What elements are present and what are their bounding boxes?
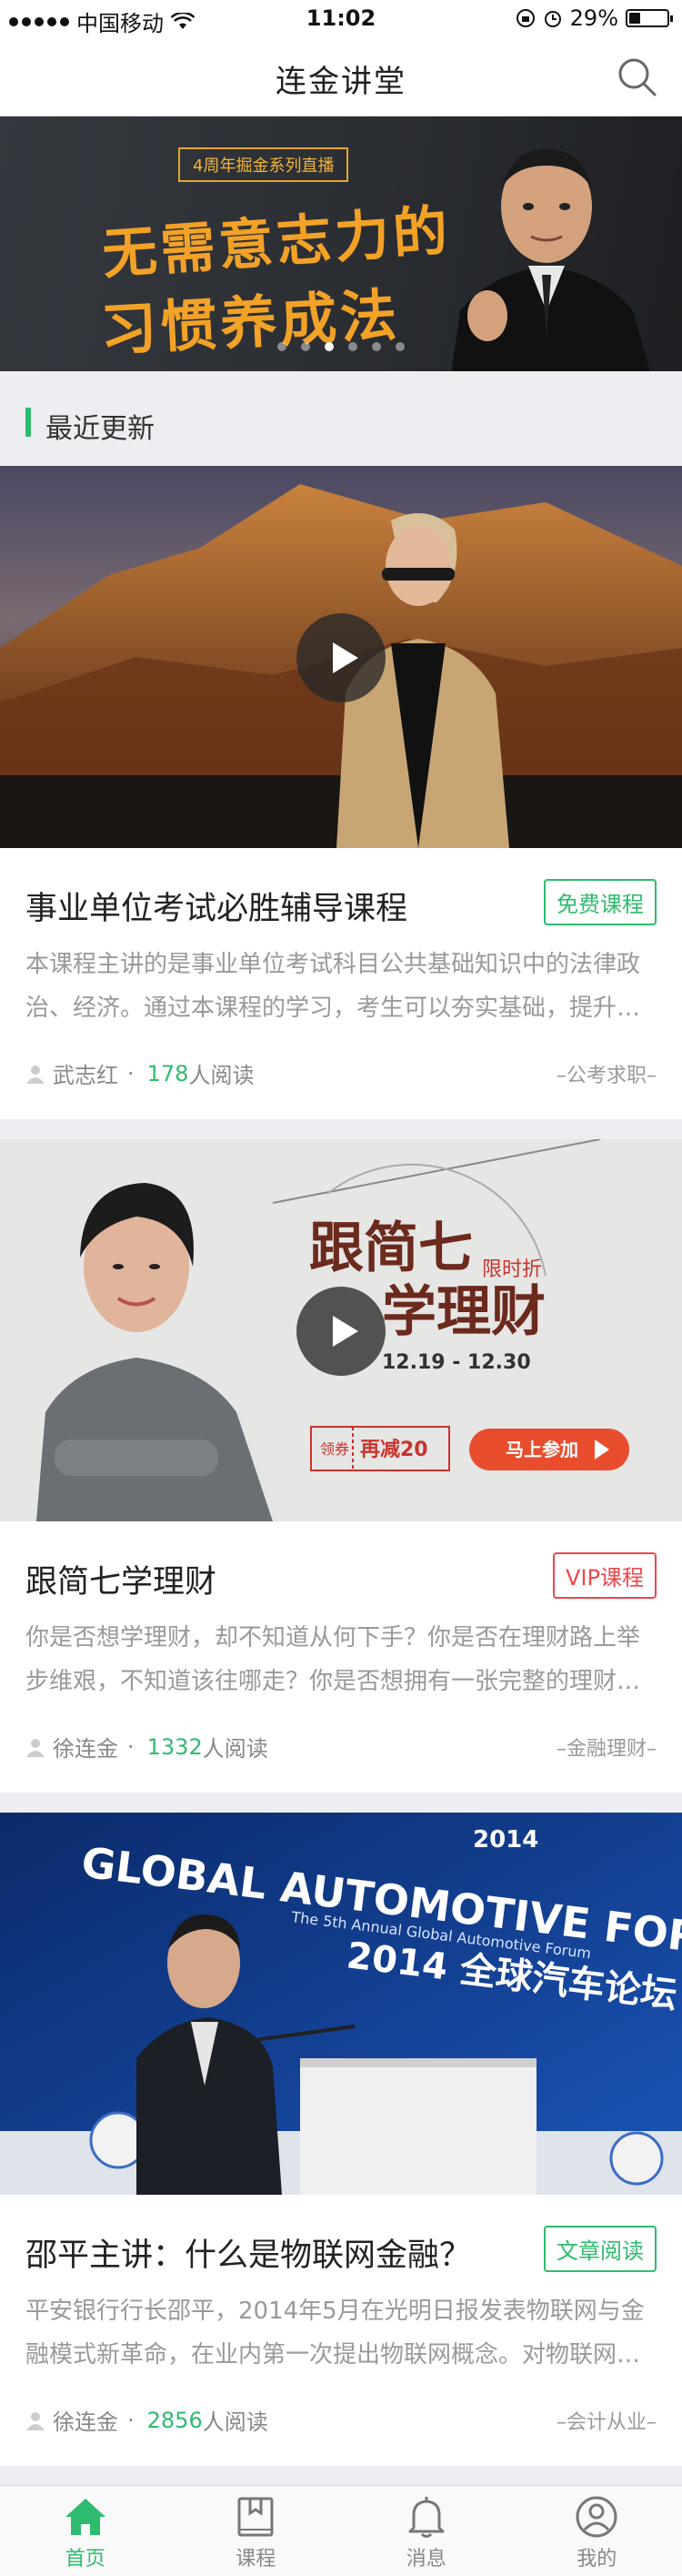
meta-separator: · bbox=[127, 1733, 135, 1760]
video-thumbnail[interactable]: 跟简七 限时折 学理财 12.19 - 12.30 领券 再减20 马上参加 bbox=[0, 1139, 682, 1521]
author-icon bbox=[26, 1065, 45, 1084]
article-description: 平安银行行长邵平，2014年5月在光明日报发表物联网与金融模式新革命，在业内第一… bbox=[25, 2298, 645, 2369]
banner-dot[interactable] bbox=[325, 342, 334, 351]
coupon-label: 领券 bbox=[320, 1440, 349, 1458]
banner-dot[interactable] bbox=[348, 342, 357, 351]
banner-headline-line2: 习惯养成法 bbox=[98, 281, 402, 364]
author-name: 武志红 bbox=[53, 1063, 118, 1088]
article-card[interactable]: 事业单位考试必胜辅导课程 免费课程 本课程主讲的是事业单位考试科目公共基础知识中… bbox=[0, 466, 682, 1119]
banner-tagline: 4周年掘金系列直播 bbox=[178, 147, 349, 182]
banner-indicators bbox=[0, 342, 682, 351]
course-type-badge: VIP课程 bbox=[553, 1552, 657, 1599]
coupon-value: 再减20 bbox=[360, 1438, 428, 1461]
course-type-badge: 免费课程 bbox=[544, 879, 657, 925]
article-title[interactable]: 邵平主讲：什么是物联网金融？ bbox=[25, 2229, 471, 2276]
read-count: 178 bbox=[146, 1060, 189, 1086]
promo-cta: 马上参加 bbox=[506, 1439, 578, 1460]
article-description: 本课程主讲的是事业单位考试科目公共基础知识中的法律政治、经济。通过本课程的学习，… bbox=[25, 951, 641, 1022]
article-title[interactable]: 跟简七学理财 bbox=[25, 1556, 216, 1602]
play-button[interactable] bbox=[296, 1287, 386, 1376]
forum-photo: 2014 GLOBAL AUTOMOTIVE FORUM The 5th Ann… bbox=[0, 1813, 682, 2195]
author-icon bbox=[26, 2411, 45, 2430]
promo-tag: 限时折 bbox=[482, 1258, 542, 1281]
bottom-tab-bar: 首页 课程 消息 我的 bbox=[0, 2485, 682, 2576]
promo-dates: 12.19 - 12.30 bbox=[382, 1351, 531, 1374]
section-accent-bar bbox=[25, 408, 31, 437]
forum-year: 2014 bbox=[473, 1826, 538, 1854]
battery-icon bbox=[626, 9, 673, 27]
tab-label: 消息 bbox=[406, 2548, 446, 2571]
read-count: 1332 bbox=[146, 1733, 203, 1760]
article-meta: 徐连金 · 2856 人阅读 bbox=[25, 2404, 268, 2436]
banner-dot[interactable] bbox=[372, 342, 381, 351]
tab-profile[interactable]: 我的 bbox=[512, 2486, 682, 2576]
tab-courses[interactable]: 课程 bbox=[171, 2486, 342, 2576]
search-icon[interactable] bbox=[615, 55, 658, 98]
meta-separator: · bbox=[127, 1060, 135, 1086]
article-description: 你是否想学理财，却不知道从何下手？你是否在理财路上举步维艰，不知道该往哪走？你是… bbox=[25, 1624, 641, 1695]
tab-label: 首页 bbox=[65, 2548, 105, 2571]
promo-title-line2: 学理财 bbox=[382, 1280, 546, 1344]
tab-label: 我的 bbox=[577, 2548, 617, 2571]
article-category[interactable]: –金融理财– bbox=[557, 1732, 657, 1762]
tab-label: 课程 bbox=[236, 2548, 276, 2571]
section-title: 最近更新 bbox=[45, 413, 155, 445]
article-meta: 徐连金 · 1332 人阅读 bbox=[25, 1731, 268, 1763]
banner-dot[interactable] bbox=[396, 342, 405, 351]
promo-title-line1: 跟简七 bbox=[309, 1217, 473, 1280]
banner-dot[interactable] bbox=[301, 342, 310, 351]
user-icon bbox=[576, 2496, 617, 2538]
author-name: 徐连金 bbox=[53, 1736, 118, 1762]
tab-home[interactable]: 首页 bbox=[0, 2486, 171, 2576]
section-header: 最近更新 bbox=[0, 371, 682, 466]
book-icon bbox=[237, 2497, 274, 2537]
article-category[interactable]: –公考求职– bbox=[557, 1059, 657, 1088]
app-header: 连金讲堂 bbox=[0, 36, 682, 116]
read-count-unit: 人阅读 bbox=[188, 1063, 255, 1088]
banner-dot[interactable] bbox=[277, 342, 286, 351]
battery-percent: 29% bbox=[569, 5, 618, 31]
bell-icon bbox=[408, 2497, 445, 2538]
play-button[interactable] bbox=[296, 613, 386, 702]
read-count-unit: 人阅读 bbox=[202, 2409, 268, 2435]
author-name: 徐连金 bbox=[53, 2409, 118, 2435]
article-thumbnail[interactable]: 2014 GLOBAL AUTOMOTIVE FORUM The 5th Ann… bbox=[0, 1813, 682, 2195]
banner-headline-line1: 无需意志力的 bbox=[100, 198, 454, 288]
article-card[interactable]: 跟简七 限时折 学理财 12.19 - 12.30 领券 再减20 马上参加 跟… bbox=[0, 1139, 682, 1793]
article-card[interactable]: 2014 GLOBAL AUTOMOTIVE FORUM The 5th Ann… bbox=[0, 1813, 682, 2466]
status-bar: 中国移动 11:02 29% bbox=[0, 0, 682, 36]
read-count-unit: 人阅读 bbox=[202, 1736, 268, 1762]
page-title: 连金讲堂 bbox=[276, 64, 406, 100]
article-category[interactable]: –会计从业– bbox=[557, 2406, 657, 2435]
article-title[interactable]: 事业单位考试必胜辅导课程 bbox=[25, 883, 407, 929]
alarm-icon bbox=[544, 11, 561, 27]
status-right: 29% bbox=[516, 5, 673, 31]
read-count: 2856 bbox=[146, 2407, 203, 2433]
battery-fill bbox=[629, 13, 640, 24]
rotation-lock-icon bbox=[516, 9, 535, 27]
hero-banner[interactable]: 4周年掘金系列直播 无需意志力的 习惯养成法 bbox=[0, 116, 682, 371]
author-icon bbox=[26, 1738, 45, 1757]
article-type-badge: 文章阅读 bbox=[544, 2226, 657, 2272]
home-icon bbox=[65, 2499, 105, 2535]
article-meta: 武志红 · 178 人阅读 bbox=[25, 1057, 254, 1089]
meta-separator: · bbox=[127, 2407, 135, 2433]
video-thumbnail[interactable] bbox=[0, 466, 682, 848]
speaker-photo bbox=[451, 148, 650, 371]
tab-messages[interactable]: 消息 bbox=[341, 2486, 512, 2576]
